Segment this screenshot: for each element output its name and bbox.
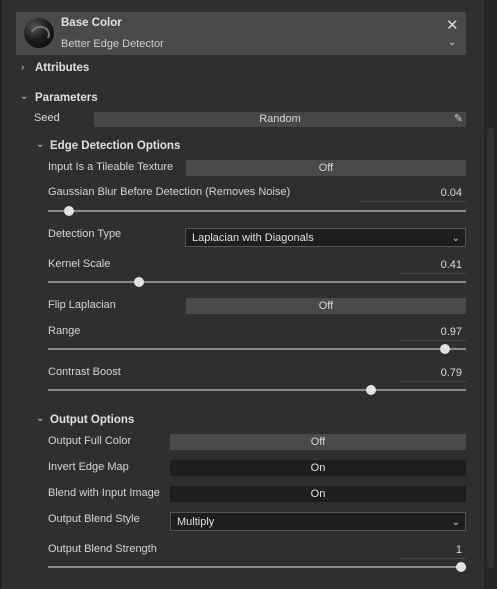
collapsed-arrow-icon[interactable]: ›: [21, 62, 24, 73]
expanded-arrow-icon[interactable]: ⌄: [20, 91, 28, 102]
blend-style-value: Multiply: [177, 516, 215, 528]
kernel-scale-slider-handle[interactable]: [133, 277, 144, 287]
material-header[interactable]: Base Color Better Edge Detector ✕ ⌄: [16, 12, 466, 55]
blur-slider-track[interactable]: [48, 210, 466, 212]
kernel-scale-value[interactable]: 0.41: [380, 259, 462, 271]
detection-type-select[interactable]: Laplacian with Diagonals ⌄: [185, 228, 466, 247]
blend-strength-label: Output Blend Strength: [48, 543, 157, 555]
output-full-color-label: Output Full Color: [48, 435, 132, 447]
chevron-down-icon[interactable]: ⌄: [448, 37, 456, 48]
invert-edge-map-toggle[interactable]: On: [170, 460, 466, 476]
close-icon[interactable]: ✕: [446, 16, 459, 34]
section-attributes[interactable]: Attributes: [35, 62, 89, 74]
blur-label: Gaussian Blur Before Detection (Removes …: [48, 186, 291, 198]
pencil-icon[interactable]: ✎: [454, 112, 463, 127]
contrast-boost-value[interactable]: 0.79: [380, 367, 462, 379]
detection-type-value: Laplacian with Diagonals: [192, 232, 314, 244]
section-parameters[interactable]: Parameters: [35, 92, 98, 104]
section-edge-detection[interactable]: Edge Detection Options: [50, 140, 180, 152]
chevron-down-icon: ⌄: [451, 233, 460, 244]
material-title: Base Color: [61, 17, 122, 29]
output-full-color-toggle[interactable]: Off: [170, 434, 466, 450]
blur-value-underline: [360, 201, 466, 202]
blend-strength-value-underline: [400, 558, 466, 559]
flip-laplacian-toggle[interactable]: Off: [186, 298, 466, 314]
kernel-scale-value-underline: [400, 273, 466, 274]
blend-style-select[interactable]: Multiply ⌄: [170, 512, 466, 531]
chevron-down-icon: ⌄: [451, 517, 460, 528]
scrollbar-thumb[interactable]: [487, 128, 494, 568]
invert-edge-map-label: Invert Edge Map: [48, 461, 129, 473]
contrast-boost-label: Contrast Boost: [48, 366, 121, 378]
range-label: Range: [48, 325, 81, 337]
tileable-toggle[interactable]: Off: [186, 160, 466, 176]
section-output-options[interactable]: Output Options: [50, 414, 134, 426]
blend-input-label: Blend with Input Image: [48, 487, 160, 499]
expanded-arrow-icon[interactable]: ⌄: [36, 413, 44, 424]
material-subtitle: Better Edge Detector: [61, 38, 164, 50]
blur-value[interactable]: 0.04: [380, 187, 462, 199]
material-preview-sphere-icon: [24, 18, 54, 48]
range-slider-handle[interactable]: [439, 344, 450, 354]
kernel-scale-slider-track[interactable]: [48, 281, 466, 283]
seed-random-button[interactable]: Random ✎: [94, 112, 466, 127]
flip-laplacian-label: Flip Laplacian: [48, 299, 116, 311]
range-slider-track[interactable]: [48, 348, 466, 350]
contrast-boost-value-underline: [400, 381, 466, 382]
blend-strength-value[interactable]: 1: [380, 544, 462, 556]
contrast-boost-slider-track[interactable]: [48, 389, 466, 391]
range-value[interactable]: 0.97: [380, 326, 462, 338]
seed-label: Seed: [34, 112, 60, 124]
kernel-scale-label: Kernel Scale: [48, 258, 111, 270]
blend-input-toggle[interactable]: On: [170, 486, 466, 502]
blend-strength-slider-handle[interactable]: [456, 562, 466, 572]
detection-type-label: Detection Type: [48, 228, 122, 240]
blend-style-label: Output Blend Style: [48, 513, 140, 525]
expanded-arrow-icon[interactable]: ⌄: [36, 139, 44, 150]
seed-random-label: Random: [259, 113, 301, 125]
blend-strength-slider-track[interactable]: [48, 566, 466, 568]
tileable-label: Input Is a Tileable Texture: [48, 161, 174, 173]
range-value-underline: [400, 340, 466, 341]
